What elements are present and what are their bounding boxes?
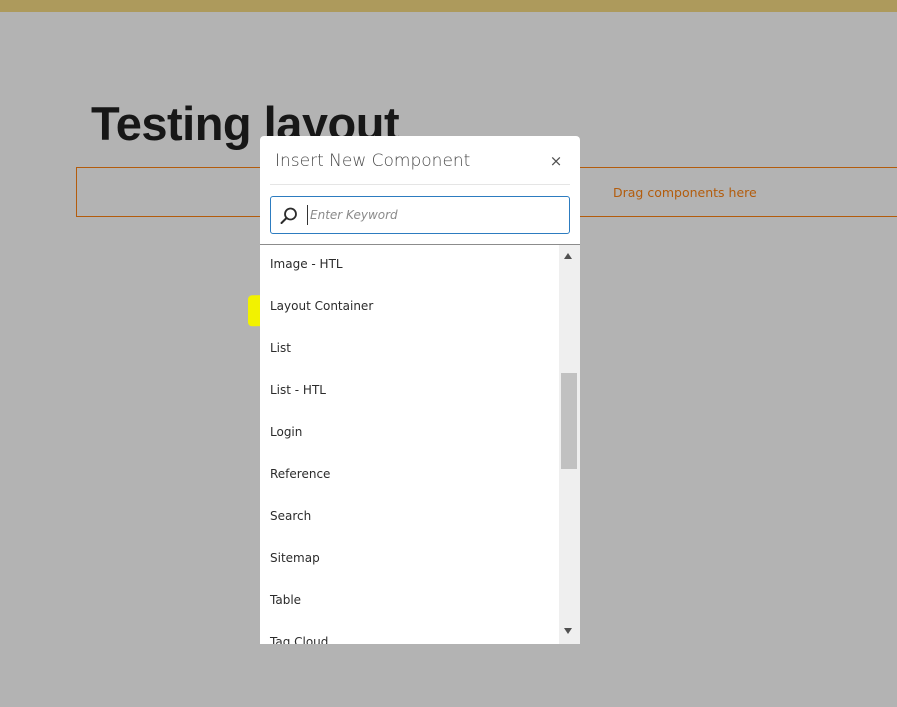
search-box[interactable] bbox=[270, 196, 570, 234]
list-item-label: Image - HTL bbox=[270, 257, 343, 271]
list-item[interactable]: Tag Cloud bbox=[260, 623, 559, 644]
scroll-down-arrow-icon[interactable] bbox=[564, 628, 572, 634]
dialog-title: Insert New Component bbox=[275, 151, 471, 171]
top-bar bbox=[0, 0, 897, 12]
list-item[interactable]: List - HTL bbox=[260, 371, 559, 413]
list-item[interactable]: Sitemap bbox=[260, 539, 559, 581]
list-item-label: Table bbox=[270, 593, 302, 607]
drop-zone-label: Drag components here bbox=[613, 185, 757, 200]
title-divider bbox=[270, 184, 570, 185]
list-item-label: Tag Cloud bbox=[270, 635, 329, 644]
scroll-thumb[interactable] bbox=[561, 373, 577, 469]
list-item-label: List - HTL bbox=[270, 383, 326, 397]
list-item[interactable]: List bbox=[260, 329, 559, 371]
list-item[interactable]: Table bbox=[260, 581, 559, 623]
list-item-label: Reference bbox=[270, 467, 331, 481]
list-item-layout-container[interactable]: Layout Container bbox=[260, 287, 559, 329]
close-icon[interactable]: × bbox=[548, 152, 564, 170]
list-item-label: List bbox=[270, 341, 291, 355]
list-item[interactable]: Reference bbox=[260, 455, 559, 497]
list-item-label: Layout Container bbox=[270, 299, 374, 313]
search-icon bbox=[280, 207, 297, 224]
list-scrollbar[interactable] bbox=[559, 245, 580, 644]
list-item[interactable]: Search bbox=[260, 497, 559, 539]
list-item[interactable]: Login bbox=[260, 413, 559, 455]
insert-component-dialog: Insert New Component × Image - HTL Layou… bbox=[260, 136, 580, 644]
list-item-label: Login bbox=[270, 425, 303, 439]
list-item-label: Sitemap bbox=[270, 551, 320, 565]
scroll-up-arrow-icon[interactable] bbox=[564, 253, 572, 259]
search-input[interactable] bbox=[307, 205, 559, 225]
list-item-label: Search bbox=[270, 509, 312, 523]
component-list: Image - HTL Layout Container List List -… bbox=[260, 245, 559, 644]
list-item[interactable]: Image - HTL bbox=[260, 245, 559, 287]
